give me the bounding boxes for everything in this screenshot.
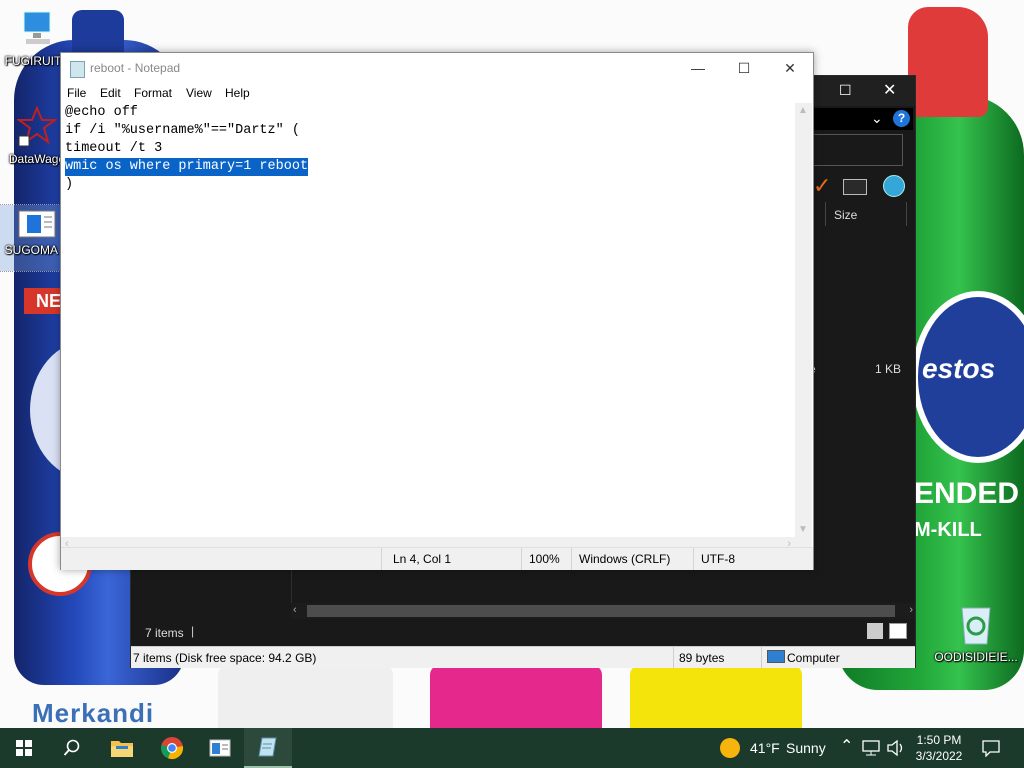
weather-temperature[interactable]: 41°F [750, 740, 780, 756]
menu-file[interactable]: File [67, 86, 86, 100]
close-button[interactable]: ✕ [767, 53, 813, 83]
search-icon [63, 739, 80, 756]
file-explorer-icon [111, 741, 133, 757]
desktop-icon-label: OODISIDIEIE... [934, 650, 1018, 664]
mail-icon[interactable] [843, 179, 867, 195]
wallpaper-white-jar [218, 665, 393, 728]
scroll-up-icon[interactable]: ▲ [798, 105, 808, 116]
taskbar: 41°F Sunny ⌃ 1:50 PM 3/3/2022 [0, 728, 1024, 768]
disk-space-text: 7 items (Disk free space: 94.2 GB) [133, 651, 317, 665]
explorer-horizontal-scrollbar[interactable]: ‹ › [291, 603, 915, 619]
zoom-level: 100% [529, 552, 560, 566]
recycle-bin-icon [961, 607, 991, 645]
globe-icon[interactable] [883, 175, 905, 197]
encoding: UTF-8 [701, 552, 735, 566]
computer-icon [767, 650, 785, 663]
task-view-icon [209, 739, 231, 757]
start-button[interactable] [0, 728, 48, 768]
clock-time: 1:50 PM [916, 733, 962, 747]
explorer-details-bar: 7 items (Disk free space: 94.2 GB) 89 by… [131, 646, 915, 668]
weather-condition[interactable]: Sunny [786, 740, 826, 756]
notepad-icon [70, 61, 85, 78]
notification-icon[interactable] [982, 740, 1000, 757]
network-icon[interactable] [862, 740, 880, 756]
datawago-icon [17, 106, 57, 147]
chrome-icon [161, 737, 183, 760]
scroll-left-icon[interactable]: ‹ [293, 604, 297, 616]
editor-line[interactable]: timeout /t 3 [65, 140, 162, 158]
editor-line[interactable]: @echo off [65, 104, 138, 122]
wallpaper-green-text-2: M-KILL [914, 519, 982, 541]
window-title: reboot - Notepad [90, 61, 181, 75]
taskbar-notepad[interactable] [244, 728, 292, 768]
computer-icon [23, 11, 51, 44]
wallpaper-green-text-1: ENDED [914, 477, 1020, 510]
scrollbar-thumb[interactable] [307, 605, 895, 617]
text-editor-area[interactable]: @echo off if /i "%username%"=="Dartz" ( … [61, 103, 795, 537]
editor-line-selected[interactable]: wmic os where primary=1 reboot [65, 158, 309, 176]
scroll-down-icon[interactable]: ▼ [798, 524, 808, 535]
item-count: 7 items [145, 626, 184, 640]
notepad-title-bar[interactable]: reboot - Notepad — ☐ ✕ [61, 53, 813, 83]
taskbar-app-window[interactable] [196, 728, 244, 768]
editor-line[interactable]: ) [65, 176, 73, 194]
wallpaper-oval-text: estos [922, 353, 996, 384]
cursor-position: Ln 4, Col 1 [393, 552, 452, 566]
explorer-ribbon: ⌄ ? [813, 108, 913, 130]
large-icons-view-icon[interactable] [889, 623, 907, 639]
taskbar-file-explorer[interactable] [98, 728, 146, 768]
menu-help[interactable]: Help [225, 86, 250, 100]
notepad-status-bar: Ln 4, Col 1 100% Windows (CRLF) UTF-8 [61, 547, 813, 570]
help-icon[interactable]: ? [893, 110, 910, 127]
windows-logo-icon [16, 740, 32, 756]
volume-icon[interactable] [886, 740, 906, 756]
desktop-icon-recycle-bin[interactable]: OODISIDIEIE... [934, 602, 1018, 664]
file-bytes-text: 89 bytes [679, 651, 725, 665]
explorer-title-bar[interactable]: ☐ ✕ [811, 76, 915, 106]
line-ending: Windows (CRLF) [579, 552, 671, 566]
wallpaper-brand-logo: Merkandi [32, 698, 155, 728]
chevron-down-icon[interactable]: ⌄ [871, 110, 883, 127]
menu-edit[interactable]: Edit [100, 86, 121, 100]
weather-sun-icon[interactable] [720, 738, 740, 758]
maximize-button[interactable]: ☐ [721, 53, 767, 83]
checkmark-icon[interactable]: ✓ [813, 173, 831, 199]
explorer-status-bar: 7 items | [131, 620, 915, 644]
scroll-right-icon[interactable]: › [909, 604, 913, 616]
search-button[interactable] [48, 728, 96, 768]
notepad-icon [258, 737, 277, 757]
maximize-icon[interactable]: ☐ [839, 82, 852, 99]
vertical-scrollbar[interactable]: ▲ ▼ [795, 103, 812, 537]
menu-bar: File Edit Format View Help [61, 83, 813, 103]
explorer-toolbar: ✓ [813, 173, 913, 199]
chevron-up-icon[interactable]: ⌃ [840, 736, 853, 756]
details-view-icon[interactable] [867, 623, 883, 639]
location-text: Computer [787, 651, 840, 665]
taskbar-clock[interactable]: 1:50 PM 3/3/2022 [912, 732, 966, 764]
clock-date: 3/3/2022 [915, 749, 963, 763]
notepad-window[interactable]: reboot - Notepad — ☐ ✕ File Edit Format … [60, 52, 814, 570]
desktop-icon-label: DataWago [8, 152, 66, 166]
minimize-button[interactable]: — [675, 53, 721, 83]
column-header-size[interactable]: Size [825, 202, 907, 226]
taskbar-chrome[interactable] [148, 728, 196, 768]
wallpaper-yellow-jar [630, 665, 802, 728]
editor-line[interactable]: if /i "%username%"=="Dartz" ( [65, 122, 300, 140]
document-icon [18, 210, 56, 238]
menu-view[interactable]: View [186, 86, 212, 100]
wallpaper-pink-jar [430, 665, 602, 728]
close-icon[interactable]: ✕ [883, 80, 896, 100]
explorer-search-input[interactable] [813, 134, 903, 166]
menu-format[interactable]: Format [134, 86, 172, 100]
file-size-cell: 1 KB [875, 362, 902, 376]
